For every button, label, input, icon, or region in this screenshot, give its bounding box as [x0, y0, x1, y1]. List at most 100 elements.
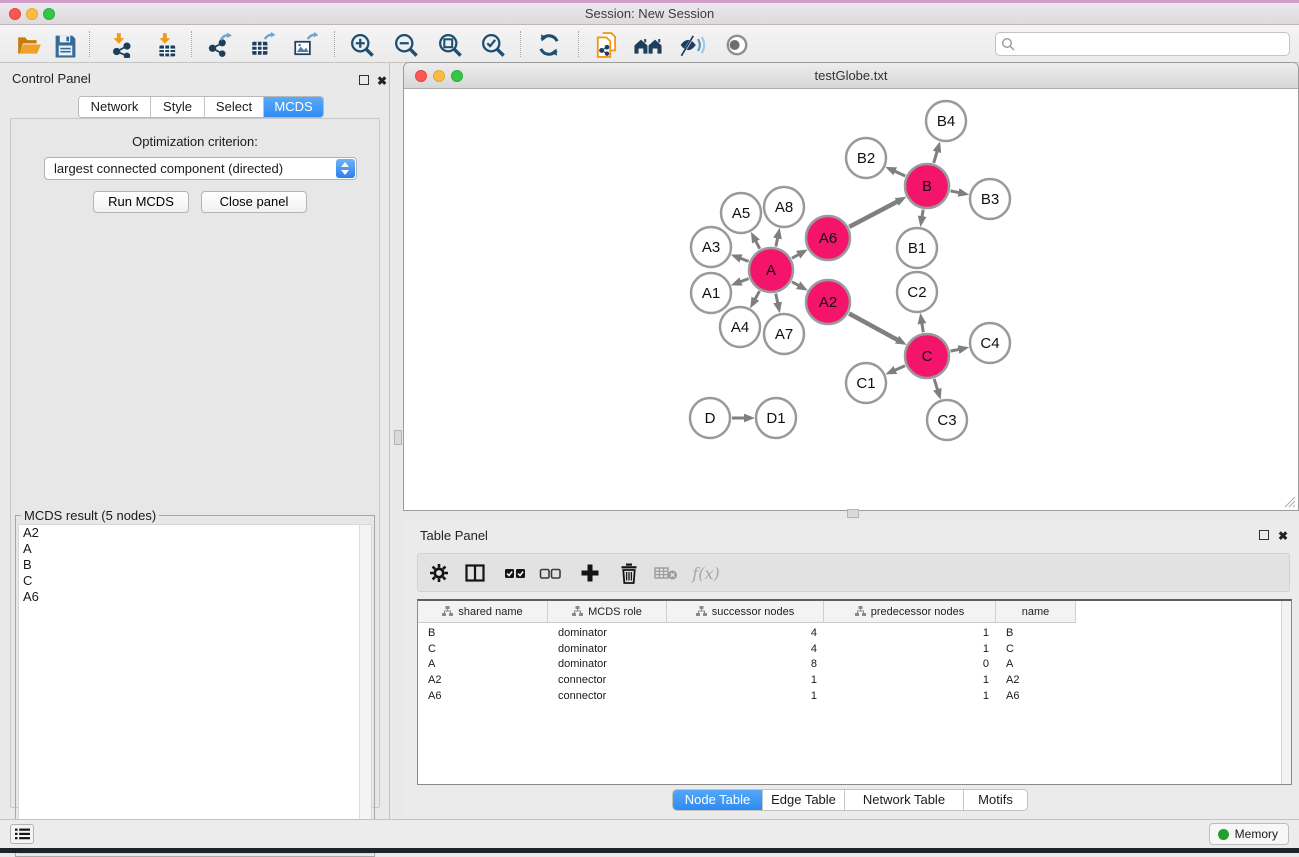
export-table-button[interactable]: [246, 29, 278, 61]
table-row-A2[interactable]: A2connector11A2: [418, 672, 1291, 688]
zoom-out-button[interactable]: [390, 29, 422, 61]
graph-edge-C-C3[interactable]: [934, 379, 938, 391]
graph-node-C3[interactable]: C3: [927, 400, 967, 440]
network-minimize-button[interactable]: [433, 70, 445, 82]
table-close-icon[interactable]: ✖: [1278, 530, 1288, 542]
tab-mcds[interactable]: MCDS: [264, 97, 323, 117]
tab-edge-table[interactable]: Edge Table: [763, 790, 845, 810]
delete-column-button[interactable]: [614, 558, 644, 588]
memory-button[interactable]: Memory: [1209, 823, 1289, 845]
graph-edge-A-A1[interactable]: [739, 279, 749, 283]
close-panel-button[interactable]: Close panel: [201, 191, 307, 213]
export-image-button[interactable]: [289, 29, 321, 61]
function-builder-button[interactable]: f(x): [686, 558, 726, 588]
table-row-A6[interactable]: A6connector11A6: [418, 688, 1291, 704]
result-item[interactable]: A6: [19, 589, 371, 605]
add-column-button[interactable]: [575, 558, 605, 588]
export-network-button[interactable]: [203, 29, 235, 61]
minimize-window-button[interactable]: [26, 8, 38, 20]
graph-edge-B-B1[interactable]: [922, 210, 923, 219]
graph-node-A4[interactable]: A4: [720, 307, 760, 347]
network-close-button[interactable]: [415, 70, 427, 82]
result-scrollbar[interactable]: [359, 525, 371, 853]
task-history-button[interactable]: [10, 824, 34, 844]
graph-node-B3[interactable]: B3: [970, 179, 1010, 219]
graph-node-A6[interactable]: A6: [806, 216, 850, 260]
table-row-C[interactable]: Cdominator41C: [418, 641, 1291, 657]
tab-select[interactable]: Select: [205, 97, 264, 117]
tab-network[interactable]: Network: [79, 97, 151, 117]
node-table[interactable]: shared nameMCDS rolesuccessor nodesprede…: [417, 599, 1292, 785]
zoom-in-button[interactable]: [346, 29, 378, 61]
graph-node-D1[interactable]: D1: [756, 398, 796, 438]
graph-node-C1[interactable]: C1: [846, 363, 886, 403]
table-float-icon[interactable]: [1259, 530, 1269, 540]
tab-style[interactable]: Style: [151, 97, 205, 117]
column-header-shared-name[interactable]: shared name: [418, 601, 548, 623]
deselect-all-button[interactable]: [535, 558, 565, 588]
network-window-titlebar[interactable]: testGlobe.txt: [404, 63, 1298, 89]
column-header-name[interactable]: name: [996, 601, 1076, 623]
graph-node-C[interactable]: C: [905, 334, 949, 378]
graph-edge-A-A6[interactable]: [792, 254, 800, 259]
graph-edge-A6-B[interactable]: [849, 201, 898, 227]
run-mcds-button[interactable]: Run MCDS: [93, 191, 189, 213]
table-scrollbar[interactable]: [1281, 601, 1291, 784]
result-item[interactable]: C: [19, 573, 371, 589]
graph-node-C2[interactable]: C2: [897, 272, 937, 312]
home-button[interactable]: [632, 29, 664, 61]
graph-edge-A-A3[interactable]: [739, 258, 749, 262]
graph-node-B2[interactable]: B2: [846, 138, 886, 178]
import-network-button[interactable]: [105, 29, 137, 61]
column-header-MCDS-role[interactable]: MCDS role: [548, 601, 667, 623]
tab-node-table[interactable]: Node Table: [673, 790, 763, 810]
show-all-button[interactable]: [721, 29, 753, 61]
split-columns-button[interactable]: [460, 558, 490, 588]
resize-grip-icon[interactable]: [1283, 495, 1296, 508]
graph-node-A7[interactable]: A7: [764, 314, 804, 354]
graph-edge-B-B4[interactable]: [934, 150, 938, 163]
tab-network-table[interactable]: Network Table: [845, 790, 964, 810]
save-session-button[interactable]: [49, 29, 81, 61]
search-input[interactable]: [995, 32, 1290, 56]
close-window-button[interactable]: [9, 8, 21, 20]
result-item[interactable]: B: [19, 557, 371, 573]
graph-node-C4[interactable]: C4: [970, 323, 1010, 363]
zoom-fit-button[interactable]: [434, 29, 466, 61]
select-all-button[interactable]: [500, 558, 530, 588]
table-settings-button[interactable]: [424, 558, 454, 588]
graph-edge-A2-C[interactable]: [849, 313, 899, 340]
hide-selected-button[interactable]: [676, 29, 708, 61]
graph-node-A1[interactable]: A1: [691, 273, 731, 313]
graph-edge-C-C1[interactable]: [893, 366, 905, 371]
graph-node-A2[interactable]: A2: [806, 280, 850, 324]
table-row-A[interactable]: Adominator80A: [418, 656, 1291, 672]
graph-node-A3[interactable]: A3: [691, 227, 731, 267]
graph-node-B4[interactable]: B4: [926, 101, 966, 141]
close-panel-icon[interactable]: ✖: [377, 75, 387, 87]
graph-edge-C-C2[interactable]: [922, 322, 924, 333]
graph-edge-A-A2[interactable]: [792, 282, 800, 287]
graph-edge-A-A7[interactable]: [776, 294, 778, 305]
graph-node-A5[interactable]: A5: [721, 193, 761, 233]
import-table-button[interactable]: [151, 29, 183, 61]
graph-edge-A-A5[interactable]: [755, 240, 760, 249]
graph-edge-B-B2[interactable]: [893, 171, 905, 176]
graph-node-B[interactable]: B: [905, 164, 949, 208]
zoom-window-button[interactable]: [43, 8, 55, 20]
graph-edge-A-A8[interactable]: [776, 236, 778, 246]
column-header-successor-nodes[interactable]: successor nodes: [667, 601, 824, 623]
column-header-predecessor-nodes[interactable]: predecessor nodes: [824, 601, 996, 623]
result-item[interactable]: A2: [19, 525, 371, 541]
network-canvas[interactable]: B4 B2 B B3 A5A8A6 A3 B1 A A1 C2 A2 A4A7 C4 C C1 C3 D D1: [404, 89, 1298, 510]
criterion-select[interactable]: largest connected component (directed): [44, 157, 357, 180]
zoom-selected-button[interactable]: [477, 29, 509, 61]
graph-node-A8[interactable]: A8: [764, 187, 804, 227]
graph-node-D[interactable]: D: [690, 398, 730, 438]
float-panel-icon[interactable]: [359, 75, 369, 85]
duplicate-network-button[interactable]: [591, 29, 623, 61]
graph-node-B1[interactable]: B1: [897, 228, 937, 268]
open-session-button[interactable]: [13, 29, 45, 61]
graph-node-A[interactable]: A: [749, 248, 793, 292]
horizontal-splitter-handle[interactable]: [847, 509, 859, 518]
